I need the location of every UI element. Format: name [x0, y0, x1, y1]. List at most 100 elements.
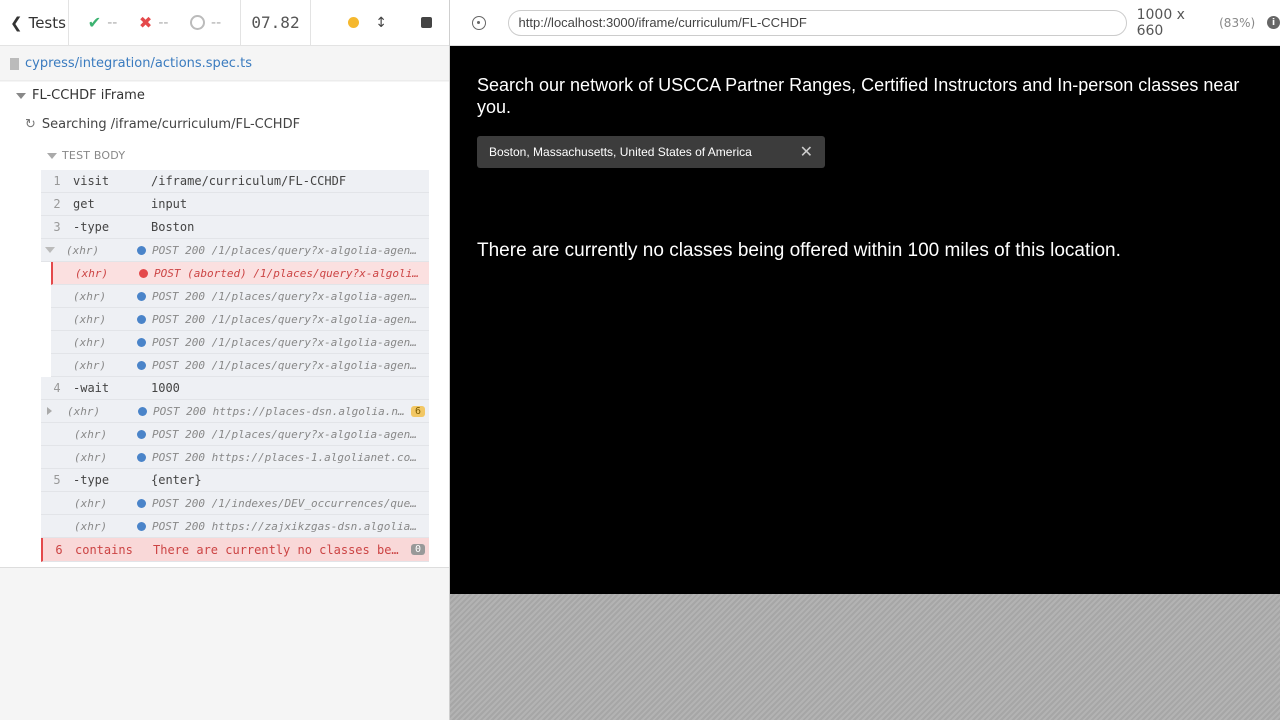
refresh-icon: ↻ — [25, 117, 36, 132]
check-icon: ✔ — [87, 13, 102, 32]
command-log: 1 visit /iframe/curriculum/FL-CCHDF 2 ge… — [41, 170, 429, 562]
count-badge: 0 — [410, 544, 425, 555]
command-number: 1 — [53, 174, 61, 188]
xhr-status-dot — [137, 521, 146, 531]
command-name: (xhr) — [74, 427, 108, 441]
test-body-label[interactable]: TEST BODY — [47, 149, 125, 162]
xhr-status-dot — [137, 245, 146, 255]
xhr-row[interactable]: (xhr) POST 200 /1/places/query?x-algolia… — [51, 285, 429, 308]
command-message: POST 200 /1/places/query?x-algolia-agent… — [152, 335, 429, 349]
command-number: 6 — [55, 542, 63, 557]
spec-file-link[interactable]: cypress/integration/actions.spec.ts — [25, 56, 252, 71]
command-row[interactable]: 4 -wait 1000 — [41, 377, 429, 400]
command-name: get — [73, 197, 95, 211]
xhr-row[interactable]: (xhr) POST 200 /1/places/query?x-algolia… — [51, 331, 429, 354]
command-name: (xhr) — [74, 450, 108, 464]
xhr-status-dot — [137, 429, 146, 439]
info-icon[interactable]: i — [1267, 16, 1280, 29]
xhr-status-dot — [138, 406, 147, 416]
suite-title-text: FL-CCHDF iFrame — [32, 88, 145, 103]
command-name: (xhr) — [74, 496, 108, 510]
command-message: POST 200 /1/places/query?x-algolia-agent… — [152, 312, 429, 326]
command-name: (xhr) — [73, 312, 107, 326]
test-title[interactable]: ↻ Searching /iframe/curriculum/FL-CCHDF — [25, 117, 300, 132]
xhr-status-dot — [137, 360, 146, 370]
xhr-row-aborted[interactable]: (xhr) POST (aborted) /1/places/query?x-a… — [51, 262, 429, 285]
suite-title[interactable]: FL-CCHDF iFrame — [16, 88, 145, 103]
stop-icon[interactable] — [421, 17, 432, 28]
xhr-status-dot — [137, 452, 146, 462]
command-name: -wait — [73, 381, 110, 395]
command-message: {enter} — [151, 473, 202, 487]
viewport-scale: (83%) — [1219, 15, 1256, 30]
command-number: 4 — [53, 381, 61, 395]
passed-count: -- — [107, 14, 118, 31]
xhr-row[interactable]: (xhr) POST 200 /1/indexes/DEV_occurrence… — [41, 492, 429, 515]
command-name: (xhr) — [73, 289, 107, 303]
test-body-text: TEST BODY — [62, 149, 126, 162]
command-number: 3 — [53, 220, 61, 234]
up-down-arrow-icon[interactable]: ↕ — [375, 15, 387, 31]
no-results-message: There are currently no classes being off… — [477, 240, 1121, 261]
xhr-row[interactable]: (xhr) POST 200 /1/places/query?x-algolia… — [51, 354, 429, 377]
command-number: 2 — [53, 197, 61, 211]
xhr-group-row[interactable]: (xhr) POST 200 /1/places/query?x-algolia… — [41, 239, 429, 262]
pending-stat: -- — [190, 15, 221, 31]
runnable-panel: FL-CCHDF iFrame ↻ Searching /iframe/curr… — [0, 82, 450, 568]
command-name: (xhr) — [66, 243, 100, 257]
xhr-status-dot — [137, 337, 146, 347]
search-heading: Search our network of USCCA Partner Rang… — [477, 75, 1240, 117]
pending-circle-icon — [190, 15, 206, 30]
aut-header: 1000 x 660 (83%) i — [450, 0, 1280, 46]
file-icon — [10, 57, 19, 70]
test-title-text: Searching /iframe/curriculum/FL-CCHDF — [41, 117, 301, 132]
command-message: There are currently no classes being off… — [153, 542, 411, 557]
caret-down-icon — [47, 152, 57, 159]
command-message: Boston — [151, 220, 195, 234]
aut-empty-area — [450, 594, 1280, 720]
command-name: (xhr) — [67, 404, 101, 418]
command-row[interactable]: 3 -type Boston — [41, 216, 429, 239]
url-input[interactable] — [507, 9, 1127, 36]
xhr-status-dot — [137, 314, 146, 324]
command-message: POST 200 /1/places/query?x-algolia-agent… — [152, 427, 429, 441]
command-name: (xhr) — [74, 519, 108, 533]
command-row-failed[interactable]: 6 contains There are currently no classe… — [41, 538, 429, 562]
selector-playground-button[interactable] — [450, 15, 508, 30]
failed-stat: ✖ -- — [139, 13, 169, 32]
command-name: visit — [73, 174, 110, 188]
command-name: (xhr) — [73, 358, 107, 372]
command-name: (xhr) — [73, 335, 107, 349]
xhr-status-dot — [137, 498, 146, 508]
xhr-row[interactable]: (xhr) POST 200 https://zajxikzgas-dsn.al… — [41, 515, 429, 538]
running-dot-icon — [348, 17, 360, 28]
viewport-info: 1000 x 660 (83%) i — [1137, 7, 1280, 39]
viewport-size: 1000 x 660 — [1136, 6, 1185, 39]
command-name: contains — [75, 542, 133, 557]
command-message: POST 200 https://places-dsn.algolia.net/… — [153, 404, 411, 418]
location-search-box: ✕ — [477, 136, 825, 168]
pending-count: -- — [211, 14, 222, 31]
count-badge: 6 — [410, 405, 425, 417]
xhr-group-row[interactable]: (xhr) POST 200 https://places-dsn.algoli… — [41, 400, 429, 423]
tests-label: Tests — [28, 13, 66, 32]
xhr-row[interactable]: (xhr) POST 200 /1/places/query?x-algolia… — [41, 423, 429, 446]
command-row[interactable]: 1 visit /iframe/curriculum/FL-CCHDF — [41, 170, 429, 193]
close-icon[interactable]: ✕ — [800, 142, 813, 162]
failed-count: -- — [158, 14, 169, 31]
crosshair-icon — [471, 15, 486, 30]
xhr-row[interactable]: (xhr) POST 200 https://places-1.algolian… — [41, 446, 429, 469]
command-message: POST 200 /1/indexes/DEV_occurrences/quer… — [152, 496, 429, 510]
command-message: /iframe/curriculum/FL-CCHDF — [151, 174, 347, 188]
command-message: POST 200 https://places-1.algolianet.com… — [152, 450, 429, 464]
command-row[interactable]: 5 -type {enter} — [41, 469, 429, 492]
tests-back-button[interactable]: ❮ Tests — [0, 0, 69, 45]
command-message: POST 200 /1/places/query?x-algolia-agent… — [152, 243, 429, 257]
run-controls: ↕ — [311, 0, 450, 45]
command-row[interactable]: 2 get input — [41, 193, 429, 216]
passed-stat: ✔ -- — [88, 13, 118, 32]
location-search-input[interactable] — [489, 145, 792, 159]
xhr-row[interactable]: (xhr) POST 200 /1/places/query?x-algolia… — [51, 308, 429, 331]
duration: 07.82 — [241, 0, 311, 45]
xhr-status-dot — [137, 291, 146, 301]
